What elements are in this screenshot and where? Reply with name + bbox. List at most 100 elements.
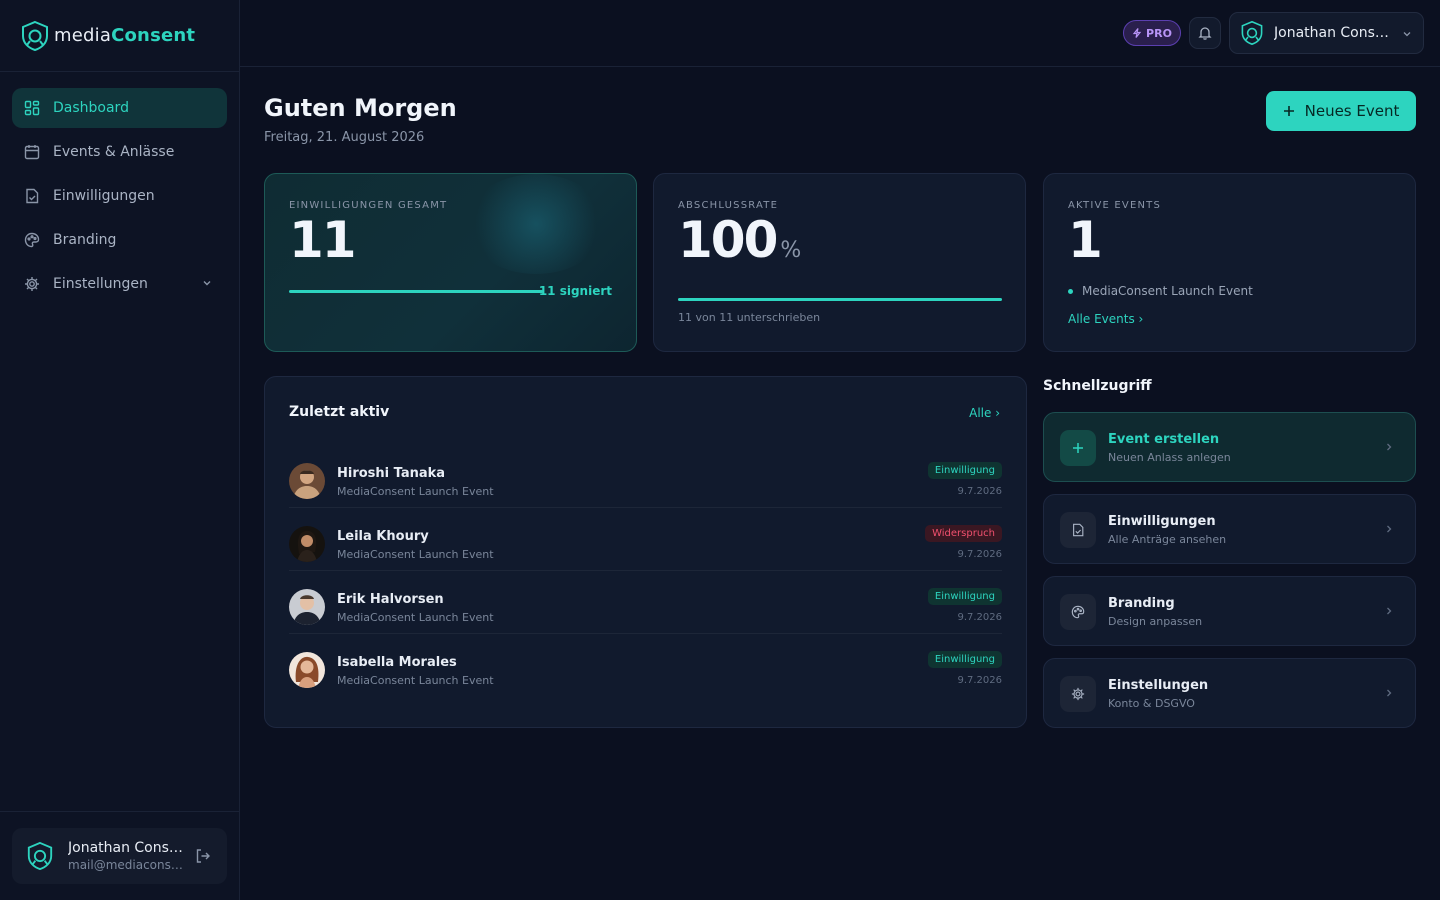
quick-create-event[interactable]: Event erstellen Neuen Anlass anlegen	[1043, 412, 1416, 482]
status-dot	[1068, 288, 1073, 294]
stat-label: AKTIVE EVENTS	[1068, 200, 1162, 211]
recent-title: Zuletzt aktiv	[289, 404, 390, 420]
user-email: mail@mediaconsent.de	[68, 858, 186, 872]
page-title: Guten Morgen	[264, 94, 457, 122]
stat-card-active-events: AKTIVE EVENTS 1 MediaConsent Launch Even…	[1043, 173, 1416, 352]
user-card[interactable]: Jonathan Consent mail@mediaconsent.de	[12, 828, 227, 884]
logout-icon[interactable]	[195, 848, 211, 864]
avatar	[289, 526, 325, 562]
quick-access-title: Schnellzugriff	[1043, 378, 1152, 394]
date: 9.7.2026	[957, 675, 1002, 686]
avatar	[289, 463, 325, 499]
avatar	[27, 841, 53, 871]
decorative-glow	[466, 174, 606, 274]
sidebar-item-dashboard[interactable]: Dashboard	[12, 88, 227, 128]
topbar: PRO Jonathan Consent	[240, 0, 1440, 67]
dashboard-grid-icon	[24, 100, 40, 116]
sidebar-item-events[interactable]: Events & Anlässe	[12, 132, 227, 172]
stat-label: ABSCHLUSSRATE	[678, 200, 779, 211]
plus-icon	[1060, 430, 1096, 466]
sidebar-item-branding[interactable]: Branding	[12, 220, 227, 260]
document-check-icon	[24, 188, 40, 204]
status-badge: Einwilligung	[927, 462, 1002, 479]
quick-subtitle: Neuen Anlass anlegen	[1108, 451, 1231, 464]
sidebar-item-label: Events & Anlässe	[53, 144, 175, 160]
quick-settings[interactable]: Einstellungen Konto & DSGVO	[1043, 658, 1416, 728]
list-item[interactable]: Hiroshi Tanaka MediaConsent Launch Event…	[289, 445, 1002, 508]
sidebar-item-label: Einwilligungen	[53, 188, 155, 204]
quick-title: Branding	[1108, 596, 1175, 611]
person-name: Erik Halvorsen	[337, 592, 444, 607]
chevron-right-icon	[1387, 607, 1392, 615]
gear-icon	[1060, 676, 1096, 712]
quick-title: Einwilligungen	[1108, 514, 1216, 529]
status-badge: Einwilligung	[927, 651, 1002, 668]
sidebar: mediaConsent Dashboard Events & Anlässe …	[0, 0, 240, 900]
logo-icon	[22, 20, 48, 51]
user-info: Jonathan Consent mail@mediaconsent.de	[68, 840, 186, 872]
divider	[0, 811, 240, 812]
list-item[interactable]: Isabella Morales MediaConsent Launch Eve…	[289, 634, 1002, 697]
quick-subtitle: Alle Anträge ansehen	[1108, 533, 1227, 546]
active-event-item[interactable]: MediaConsent Launch Event	[1068, 284, 1253, 298]
stat-card-completion: ABSCHLUSSRATE 100% 11 von 11 unterschrie…	[653, 173, 1026, 352]
bell-icon	[1198, 27, 1212, 40]
all-events-link[interactable]: Alle Events ›	[1068, 312, 1143, 326]
sidebar-item-consents[interactable]: Einwilligungen	[12, 176, 227, 216]
list-item[interactable]: Leila Khoury MediaConsent Launch Event W…	[289, 508, 1002, 571]
event-name: MediaConsent Launch Event	[337, 548, 494, 561]
account-menu[interactable]: Jonathan Consent	[1229, 12, 1424, 54]
page-date: Freitag, 21. August 2026	[264, 130, 425, 145]
pro-badge[interactable]: PRO	[1123, 20, 1181, 46]
completion-detail: 11 von 11 unterschrieben	[678, 311, 821, 324]
event-name: MediaConsent Launch Event	[337, 611, 494, 624]
quick-title: Event erstellen	[1108, 432, 1220, 447]
signed-count: 11 signiert	[538, 284, 612, 298]
list-item[interactable]: Erik Halvorsen MediaConsent Launch Event…	[289, 571, 1002, 634]
date: 9.7.2026	[957, 549, 1002, 560]
recent-activity-card: Zuletzt aktiv Alle › Hiroshi Tanaka Medi…	[264, 376, 1027, 728]
avatar	[289, 652, 325, 688]
chevron-right-icon	[1387, 525, 1392, 533]
person-name: Hiroshi Tanaka	[337, 466, 446, 481]
status-badge: Widerspruch	[925, 525, 1002, 542]
active-event-name: MediaConsent Launch Event	[1082, 284, 1253, 298]
progress-bar	[678, 298, 1002, 301]
sidebar-item-settings[interactable]: Einstellungen	[12, 264, 227, 304]
sidebar-item-label: Einstellungen	[53, 276, 148, 292]
notifications-button[interactable]	[1189, 17, 1221, 49]
user-name: Jonathan Consent	[68, 840, 186, 856]
date: 9.7.2026	[957, 486, 1002, 497]
avatar	[289, 589, 325, 625]
pro-label: PRO	[1146, 26, 1172, 40]
new-event-button[interactable]: Neues Event	[1266, 91, 1416, 131]
brand-name: mediaConsent	[54, 25, 196, 46]
calendar-icon	[24, 144, 40, 160]
sidebar-nav: Dashboard Events & Anlässe Einwilligunge…	[0, 72, 239, 324]
sidebar-item-label: Branding	[53, 232, 117, 248]
quick-subtitle: Konto & DSGVO	[1108, 697, 1195, 710]
plus-icon	[1283, 106, 1294, 116]
avatar	[1241, 20, 1263, 46]
palette-icon	[1060, 594, 1096, 630]
quick-title: Einstellungen	[1108, 678, 1209, 693]
account-name: Jonathan Consent	[1274, 25, 1392, 41]
stat-value: 1	[1068, 211, 1103, 269]
quick-consents[interactable]: Einwilligungen Alle Anträge ansehen	[1043, 494, 1416, 564]
quick-branding[interactable]: Branding Design anpassen	[1043, 576, 1416, 646]
date: 9.7.2026	[957, 612, 1002, 623]
document-check-icon	[1060, 512, 1096, 548]
event-name: MediaConsent Launch Event	[337, 674, 494, 687]
progress-bar	[289, 290, 543, 293]
gear-icon	[24, 276, 40, 292]
stat-card-consents: EINWILLIGUNGEN GESAMT 11 11 signiert	[264, 173, 637, 352]
person-name: Leila Khoury	[337, 529, 429, 544]
palette-icon	[24, 232, 40, 248]
chevron-down-icon	[203, 281, 211, 286]
quick-subtitle: Design anpassen	[1108, 615, 1203, 628]
new-event-label: Neues Event	[1304, 102, 1400, 120]
view-all-link[interactable]: Alle ›	[969, 406, 1000, 420]
lightning-icon	[1132, 28, 1142, 38]
brand[interactable]: mediaConsent	[0, 0, 239, 72]
status-badge: Einwilligung	[927, 588, 1002, 605]
